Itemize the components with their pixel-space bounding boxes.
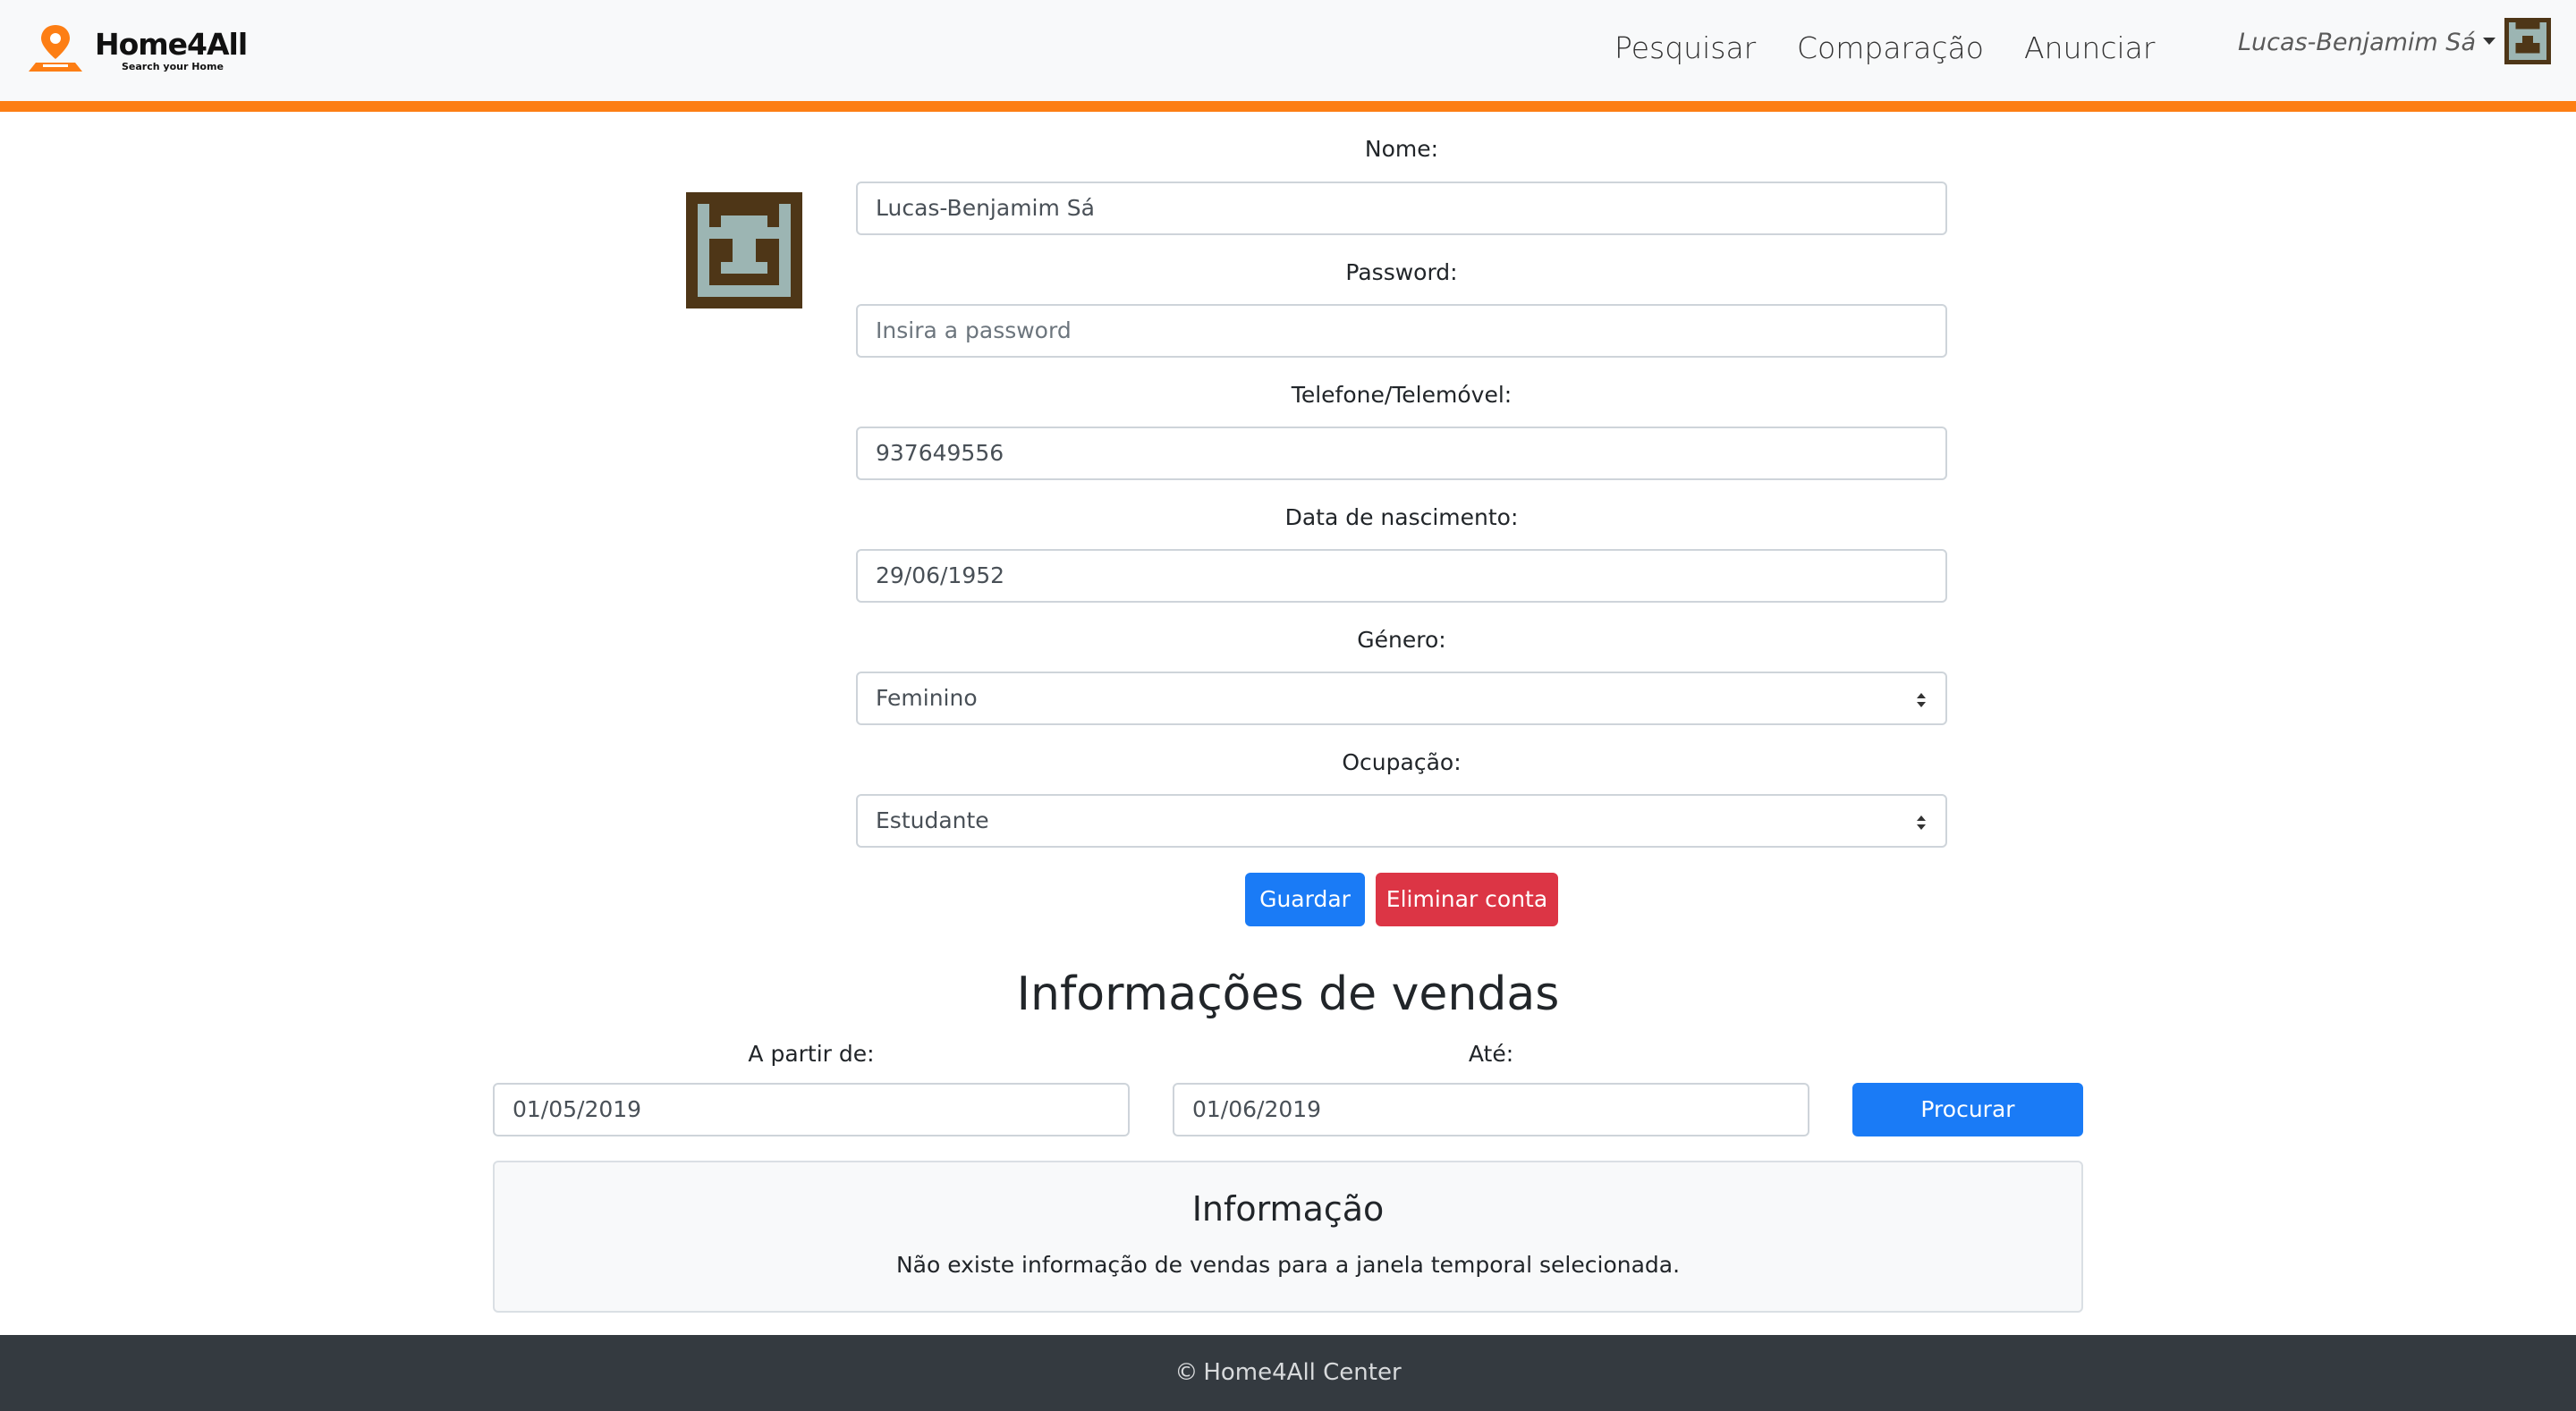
from-date-input[interactable]: 01/05/2019 [493, 1083, 1130, 1136]
save-button[interactable]: Guardar [1245, 873, 1365, 926]
select-arrows-icon [1917, 693, 1926, 707]
user-avatar-icon[interactable] [2504, 18, 2551, 64]
info-card-text: Não existe informação de vendas para a j… [895, 1252, 1681, 1278]
user-name: Lucas-Benjamim Sá [2237, 29, 2476, 56]
phone-input[interactable]: 937649556 [856, 427, 1947, 480]
footer: © Home4All Center [0, 1335, 2576, 1411]
profile-avatar-icon [686, 192, 802, 308]
home-pin-logo-icon [29, 25, 82, 72]
navbar: Home4All Search your Home Pesquisar Comp… [0, 0, 2576, 101]
birthdate-label: Data de nascimento: [1284, 504, 1519, 530]
occupation-select[interactable]: Estudante [856, 794, 1947, 848]
name-input[interactable]: Lucas-Benjamim Sá [856, 182, 1947, 235]
select-arrows-icon [1917, 815, 1926, 830]
search-sales-button[interactable]: Procurar [1852, 1083, 2083, 1136]
caret-down-icon [2483, 38, 2496, 45]
brand-tagline: Search your Home [122, 61, 224, 72]
nav-link-pesquisar[interactable]: Pesquisar [1614, 30, 1756, 65]
gender-select[interactable]: Feminino [856, 672, 1947, 725]
birthdate-input[interactable]: 29/06/1952 [856, 549, 1947, 603]
phone-label: Telefone/Telemóvel: [1291, 382, 1513, 408]
occupation-select-value: Estudante [876, 807, 989, 833]
sales-info-card: Informação Não existe informação de vend… [493, 1161, 2083, 1313]
user-menu-dropdown[interactable]: Lucas-Benjamim Sá [2238, 29, 2496, 56]
password-label: Password: [1345, 259, 1458, 285]
from-date-label: A partir de: [748, 1041, 875, 1067]
nav-link-comparacao[interactable]: Comparação [1797, 30, 1984, 65]
brand-name: Home4All [95, 27, 248, 62]
nav-link-anunciar[interactable]: Anunciar [2024, 30, 2155, 65]
info-card-title: Informação [1191, 1189, 1385, 1229]
footer-text: Home4All Center [1203, 1359, 1402, 1386]
sales-section-title: Informações de vendas [1016, 967, 1560, 1021]
to-date-label: Até: [1468, 1041, 1514, 1067]
brand-logo-link[interactable]: Home4All Search your Home [23, 23, 256, 79]
occupation-label: Ocupação: [1342, 749, 1462, 775]
navbar-accent-bar [0, 101, 2576, 112]
name-label: Nome: [1364, 136, 1439, 162]
to-date-input[interactable]: 01/06/2019 [1173, 1083, 1809, 1136]
gender-label: Género: [1357, 627, 1446, 653]
password-input[interactable]: Insira a password [856, 304, 1947, 358]
delete-account-button[interactable]: Eliminar conta [1376, 873, 1558, 926]
gender-select-value: Feminino [876, 685, 978, 711]
copyright-icon: © [1174, 1359, 1199, 1386]
